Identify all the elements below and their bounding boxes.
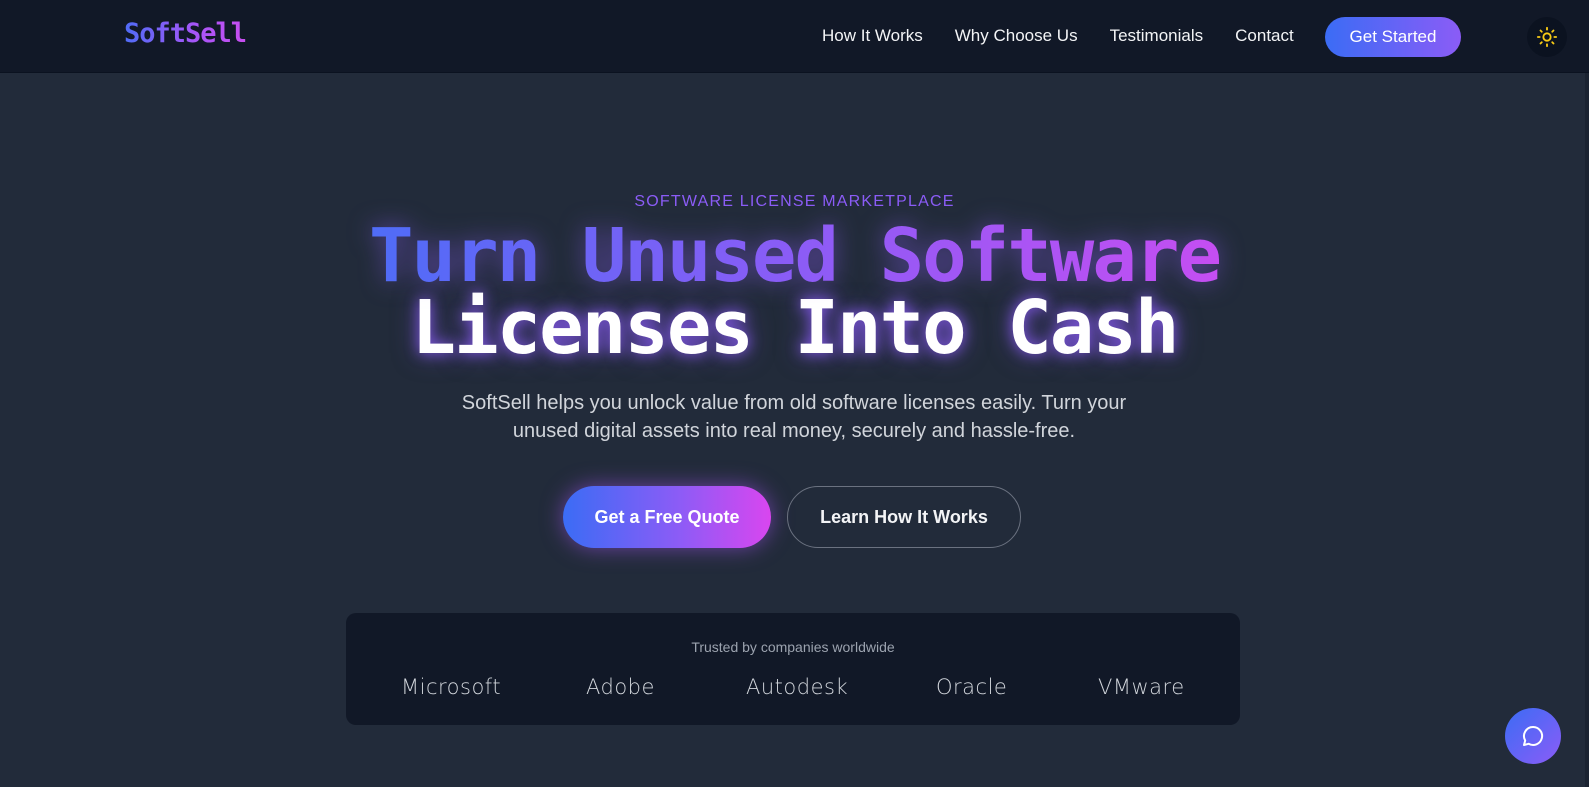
sun-icon bbox=[1536, 26, 1558, 48]
company-logo-autodesk: Autodesk bbox=[746, 675, 849, 699]
hero-headline: Turn Unused Software Licenses Into Cash bbox=[0, 213, 1589, 371]
nav-link-how-it-works[interactable]: How It Works bbox=[822, 26, 923, 46]
company-logo-oracle: Oracle bbox=[936, 675, 1008, 699]
headline-line-2: Licenses Into Cash bbox=[411, 285, 1180, 371]
company-logo-vmware: VMware bbox=[1098, 675, 1185, 699]
brand-logo[interactable]: SoftSell bbox=[124, 18, 247, 49]
nav-link-why-choose-us[interactable]: Why Choose Us bbox=[955, 26, 1078, 46]
hero-eyebrow: SOFTWARE LICENSE MARKETPLACE bbox=[634, 193, 955, 210]
get-free-quote-button[interactable]: Get a Free Quote bbox=[563, 486, 771, 548]
chat-button[interactable] bbox=[1505, 708, 1561, 764]
nav-link-testimonials[interactable]: Testimonials bbox=[1110, 26, 1204, 46]
get-started-button[interactable]: Get Started bbox=[1325, 17, 1461, 57]
learn-how-it-works-button[interactable]: Learn How It Works bbox=[787, 486, 1021, 548]
scrollbar[interactable] bbox=[1585, 73, 1589, 787]
company-logo-adobe: Adobe bbox=[586, 675, 655, 699]
company-logos: Microsoft Adobe Autodesk Oracle VMware bbox=[346, 675, 1240, 705]
chat-bubble-icon bbox=[1523, 725, 1544, 746]
company-logo-microsoft: Microsoft bbox=[401, 675, 502, 699]
site-header: SoftSell How It Works Why Choose Us Test… bbox=[0, 0, 1589, 73]
trusted-by-panel: Trusted by companies worldwide Microsoft… bbox=[346, 613, 1240, 725]
headline-line-1: Turn Unused Software bbox=[368, 213, 1222, 299]
page: SoftSell How It Works Why Choose Us Test… bbox=[0, 0, 1589, 787]
theme-toggle-button[interactable] bbox=[1527, 17, 1567, 57]
nav-link-contact[interactable]: Contact bbox=[1235, 26, 1294, 46]
main-nav: How It Works Why Choose Us Testimonials … bbox=[822, 26, 1326, 46]
trusted-label: Trusted by companies worldwide bbox=[691, 639, 895, 655]
hero-subtitle: SoftSell helps you unlock value from old… bbox=[461, 392, 1127, 442]
